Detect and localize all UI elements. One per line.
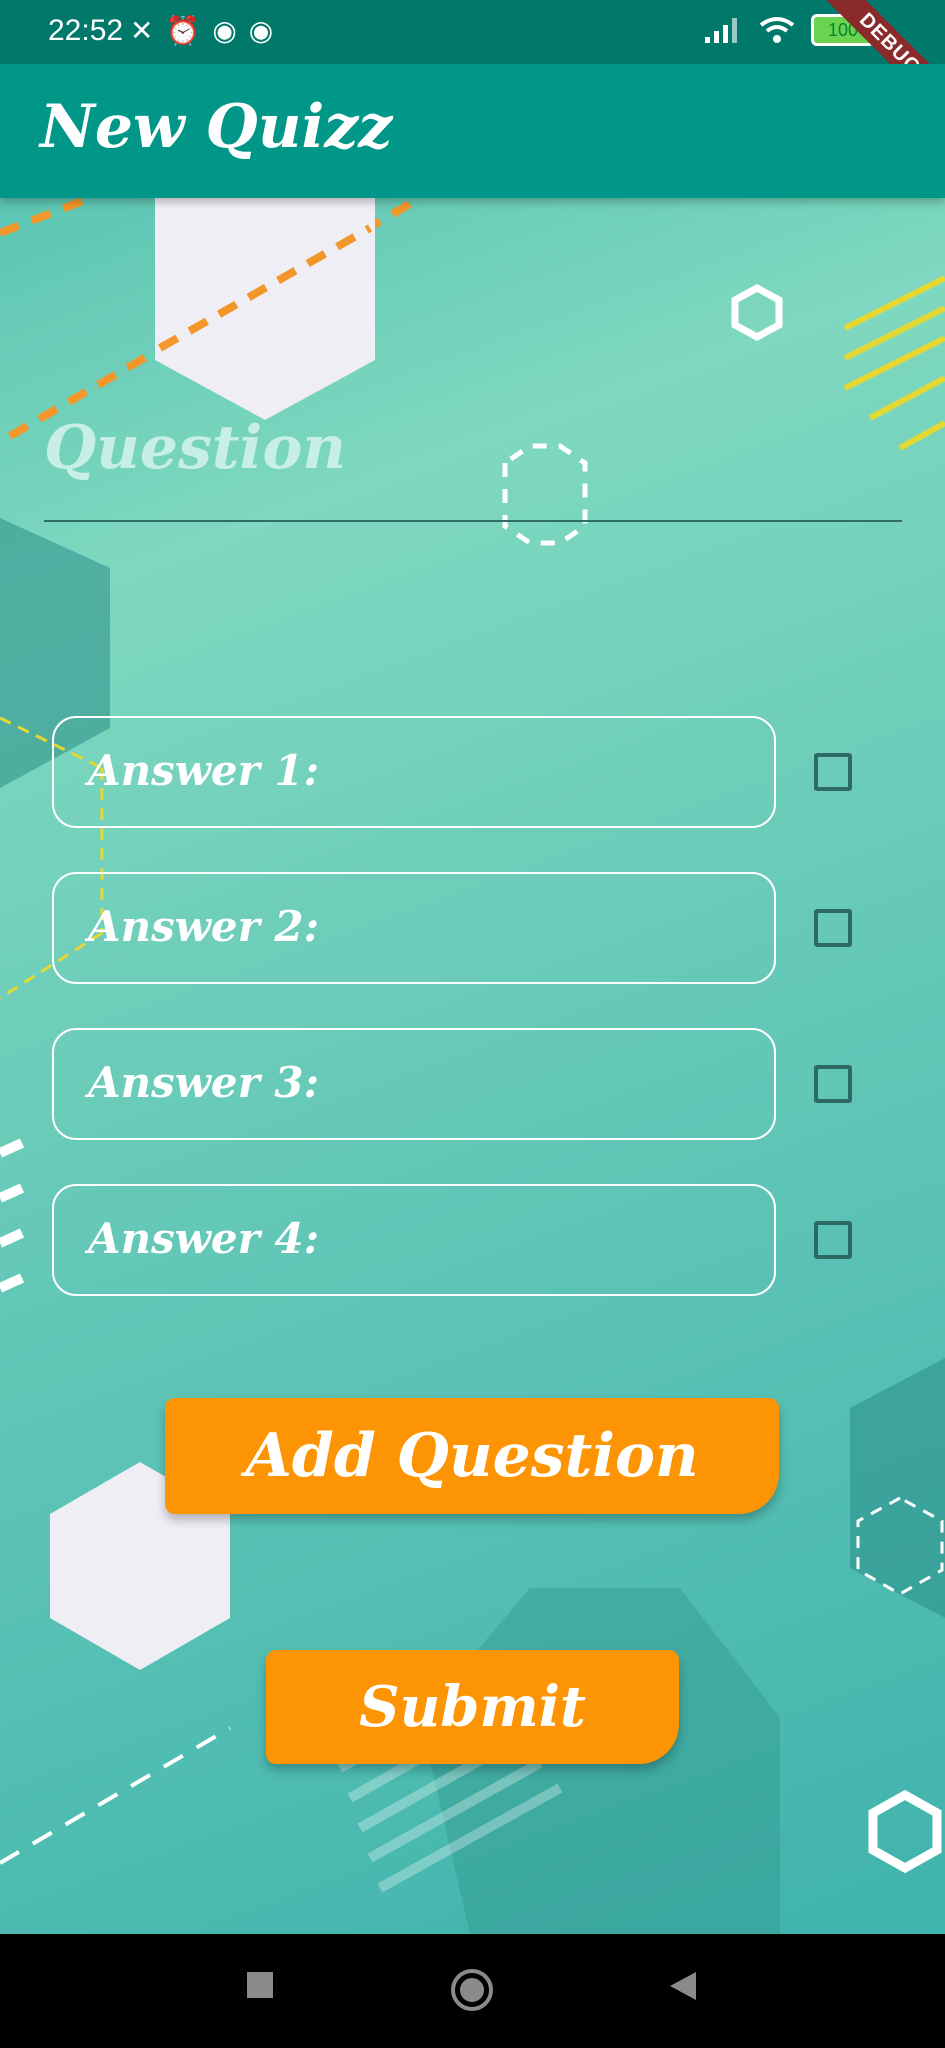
add-question-button[interactable]: Add Question: [165, 1398, 779, 1514]
page-title: New Quizz: [40, 92, 393, 162]
answer-2-label: Answer 2:: [88, 902, 320, 951]
answer-3-checkbox[interactable]: [814, 1065, 852, 1103]
alarm-icon: ⏰: [165, 15, 201, 46]
answer-4-field[interactable]: Answer 4:: [52, 1184, 776, 1296]
vibrate-off-icon: ✕: [130, 15, 154, 46]
notification-icon: ◉: [248, 15, 274, 46]
answer-1-field[interactable]: Answer 1:: [52, 716, 776, 828]
app-bar: New Quizz: [0, 64, 945, 198]
answer-4-label: Answer 4:: [88, 1214, 320, 1263]
question-input[interactable]: [44, 520, 902, 522]
answer-2-checkbox[interactable]: [814, 909, 852, 947]
answer-3-field[interactable]: Answer 3:: [52, 1028, 776, 1140]
recent-apps-icon[interactable]: [245, 1970, 275, 2000]
answer-1-checkbox[interactable]: [814, 753, 852, 791]
answer-3-label: Answer 3:: [88, 1058, 320, 1107]
wifi-icon: [759, 17, 795, 43]
answer-1-label: Answer 1:: [88, 746, 320, 795]
status-bar: 22:52 ✕ ⏰ ◉ ◉ 100 DEBUG: [0, 0, 945, 122]
answer-2-field[interactable]: Answer 2:: [52, 872, 776, 984]
signal-icon: [705, 18, 737, 43]
answer-4-checkbox[interactable]: [814, 1221, 852, 1259]
status-time: 22:52: [48, 14, 124, 47]
home-icon[interactable]: [450, 1968, 494, 2012]
system-nav-bar: [0, 1934, 945, 2048]
submit-button[interactable]: Submit: [266, 1650, 679, 1764]
notification-icon: ◉: [212, 15, 237, 46]
status-icons-left: ✕ ⏰ ◉ ◉: [130, 14, 273, 48]
quiz-form: Question Answer 1: Answer 2: Answer 3: A…: [0, 198, 945, 1934]
back-icon[interactable]: [668, 1970, 698, 2002]
question-label: Question: [44, 413, 346, 483]
